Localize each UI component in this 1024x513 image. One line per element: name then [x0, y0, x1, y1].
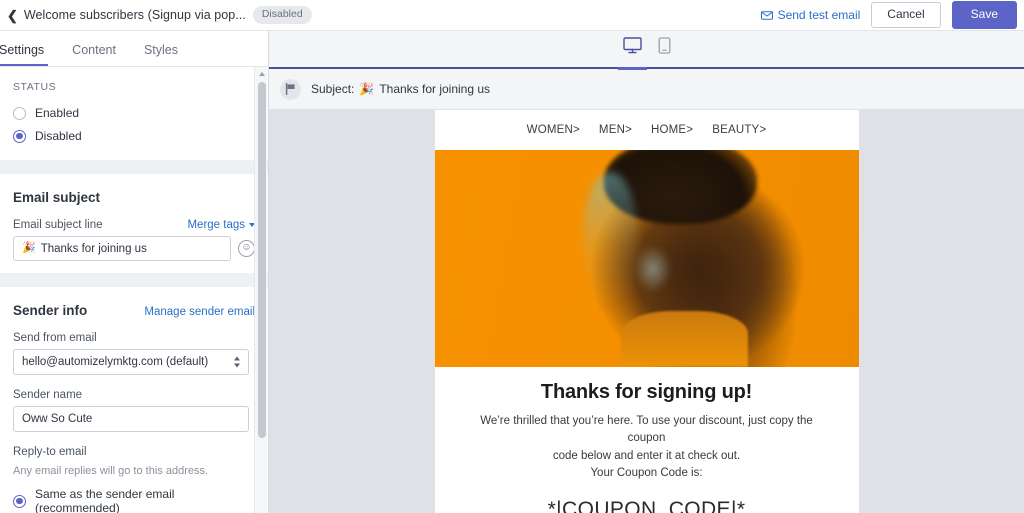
email-nav: WOMEN> MEN> HOME> BEAUTY> [435, 110, 859, 150]
back-chevron-icon[interactable]: ❮ [7, 9, 18, 22]
settings-sidebar: Settings Content Styles STATUS Enabled D… [0, 31, 269, 513]
reply-to-help-text: Any email replies will go to this addres… [13, 465, 209, 477]
status-disabled-label: Disabled [35, 129, 82, 143]
send-test-email-link[interactable]: Send test email [760, 8, 861, 22]
scroll-up-arrow-icon[interactable] [255, 67, 268, 80]
top-bar: ❮ Welcome subscribers (Signup via pop...… [0, 0, 1024, 31]
email-heading: Thanks for signing up! [540, 381, 753, 403]
tab-styles[interactable]: Styles [142, 43, 180, 66]
device-toggle-bar [269, 31, 1024, 70]
email-editor-app: ❮ Welcome subscribers (Signup via pop...… [0, 0, 1024, 513]
party-popper-icon: 🎉 [22, 242, 36, 254]
nav-item-men[interactable]: MEN> [599, 124, 632, 136]
mobile-glyph [658, 37, 670, 54]
send-from-email-select[interactable]: hello@automizelymktg.com (default) [13, 349, 249, 375]
nav-item-women[interactable]: WOMEN> [527, 124, 580, 136]
sender-name-label: Sender name [13, 389, 83, 401]
subject-preview-text: Subject: 🎉 Thanks for joining us [311, 82, 490, 96]
reply-option-same-label: Same as the sender email (recommended) [35, 487, 175, 513]
send-from-email-label: Send from email [13, 332, 97, 344]
scrollbar-thumb[interactable] [257, 82, 266, 438]
radio-same-sender-icon [13, 494, 26, 508]
sidebar-scroll-area: STATUS Enabled Disabled Email subject Em… [0, 67, 268, 513]
subject-party-popper-icon: 🎉 [359, 82, 375, 96]
cancel-button[interactable]: Cancel [871, 1, 941, 29]
sender-info-head: Sender info Manage sender email [13, 287, 255, 318]
reply-to-label-row: Reply-to email [13, 432, 255, 463]
emoji-picker-button[interactable]: ☺ [238, 240, 255, 257]
nav-item-beauty[interactable]: BEAUTY> [712, 124, 766, 136]
mobile-preview-icon[interactable] [658, 37, 671, 61]
email-subject-value: Thanks for joining us [40, 242, 147, 255]
email-subject-field-label: Email subject line [13, 219, 103, 231]
section-divider-2 [0, 273, 268, 287]
sender-name-label-row: Sender name [13, 375, 255, 406]
email-body: WOMEN> MEN> HOME> BEAUTY> Thanks for sig… [434, 110, 859, 513]
sender-name-input[interactable]: Oww So Cute [13, 406, 249, 432]
tab-content[interactable]: Content [70, 43, 118, 66]
select-stepper-icon [234, 356, 240, 368]
email-subject-input-wrap: 🎉 Thanks for joining us ☺ [13, 236, 255, 261]
sender-info-title: Sender info [13, 303, 88, 318]
email-subject-section: Email subject Email subject line Merge t… [0, 174, 268, 273]
nav-item-home[interactable]: HOME> [651, 124, 693, 136]
reply-option-same[interactable]: Same as the sender email (recommended) [13, 483, 255, 513]
email-canvas: WOMEN> MEN> HOME> BEAUTY> Thanks for sig… [269, 110, 1024, 513]
status-section: STATUS Enabled Disabled [0, 67, 268, 160]
email-subject-input[interactable]: 🎉 Thanks for joining us [13, 236, 231, 261]
radio-enabled-icon [13, 106, 26, 120]
status-option-disabled[interactable]: Disabled [13, 125, 255, 148]
status-badge: Disabled [252, 6, 312, 24]
status-caption: STATUS [13, 81, 57, 93]
page-title: Welcome subscribers (Signup via pop... [23, 8, 246, 22]
reply-to-email-label: Reply-to email [13, 446, 87, 458]
hero-turtleneck-shape [621, 310, 749, 367]
envelope-icon [760, 10, 773, 20]
subject-preview-bar: Subject: 🎉 Thanks for joining us [269, 69, 1024, 110]
email-paragraph-line-3: Your Coupon Code is: [590, 467, 703, 480]
desktop-glyph [622, 37, 642, 54]
email-subject-title: Email subject [13, 190, 101, 205]
flag-avatar [280, 78, 301, 100]
subject-value: Thanks for joining us [379, 82, 491, 96]
tab-settings[interactable]: Settings [0, 43, 49, 66]
flag-icon [285, 83, 295, 95]
status-enabled-label: Enabled [35, 106, 80, 120]
email-subject-field-row: Email subject line Merge tags [13, 205, 255, 236]
email-paragraph-line-2: code below and enter it at check out. [552, 449, 741, 462]
desktop-preview-icon[interactable] [617, 37, 647, 70]
top-bar-left: ❮ Welcome subscribers (Signup via pop...… [0, 6, 312, 24]
hero-image [434, 150, 859, 367]
radio-disabled-icon [13, 129, 26, 143]
subject-prefix: Subject: [311, 82, 355, 96]
send-from-email-value: hello@automizelymktg.com (default) [22, 356, 209, 368]
email-paragraph-line-1: We’re thrilled that you’re here. To use … [480, 415, 813, 445]
sender-info-section: Sender info Manage sender email Send fro… [0, 287, 268, 513]
email-content: Thanks for signing up! We’re thrilled th… [435, 367, 859, 513]
send-test-email-label: Send test email [777, 8, 861, 22]
merge-tags-dropdown[interactable]: Merge tags [187, 219, 255, 231]
top-bar-actions: Send test email Cancel Save [760, 0, 1024, 30]
main-split: Settings Content Styles STATUS Enabled D… [0, 31, 1024, 513]
manage-sender-email-link[interactable]: Manage sender email [144, 306, 255, 318]
email-preview-pane: Subject: 🎉 Thanks for joining us WOMEN> … [269, 31, 1024, 513]
section-divider [0, 160, 268, 174]
status-option-enabled[interactable]: Enabled [13, 102, 255, 125]
save-button[interactable]: Save [951, 0, 1017, 30]
sidebar-tabs: Settings Content Styles [0, 31, 268, 67]
coupon-code-placeholder: *|COUPON_CODE|* [547, 497, 746, 513]
hero-rimlight-shape [582, 171, 638, 307]
hero-highlight-shape [633, 245, 672, 294]
sender-name-value: Oww So Cute [22, 413, 93, 425]
sidebar-scrollbar[interactable] [254, 67, 267, 513]
merge-tags-label: Merge tags [187, 219, 245, 231]
send-from-label-row: Send from email [13, 318, 255, 349]
